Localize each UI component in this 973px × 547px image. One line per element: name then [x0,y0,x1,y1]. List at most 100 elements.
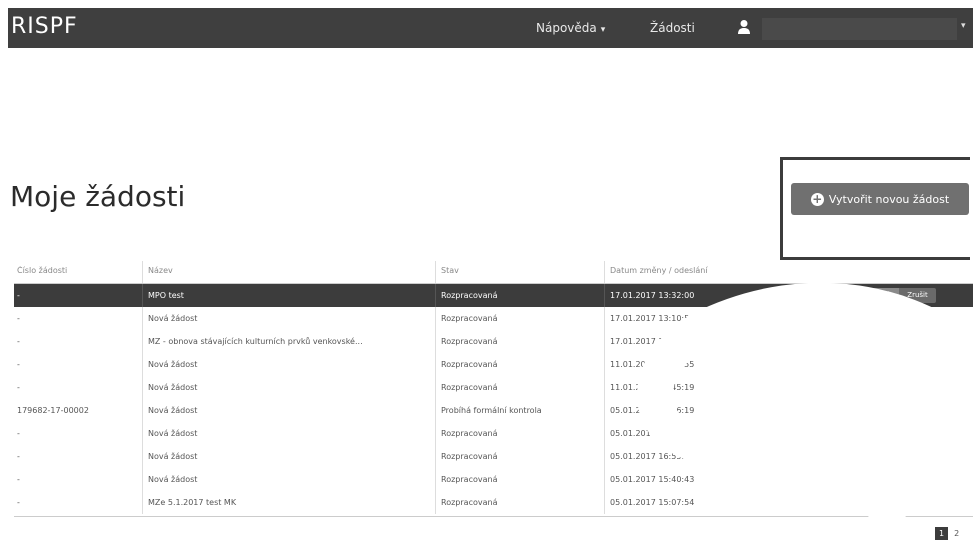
column-divider [604,422,605,445]
cell-number: - [17,475,20,484]
create-request-button[interactable]: + Vytvořit novou žádost [791,183,969,215]
create-request-label: Vytvořit novou žádost [828,192,950,206]
column-divider [604,468,605,491]
column-divider [604,491,605,514]
cell-date: 05.01.2017 16:55:06 [610,452,695,461]
cell-number: - [17,360,20,369]
cell-name: Nová žádost [148,406,198,415]
page-title: Moje žádosti [10,180,186,213]
column-divider [435,261,436,283]
column-divider [604,261,605,283]
table-bottom-border [14,516,973,517]
requests-link[interactable]: Žádosti [650,21,695,35]
cell-name: Nová žádost [148,452,198,461]
cell-status: Rozpracovaná [441,360,498,369]
column-divider [435,422,436,445]
table-row[interactable]: - Nová žádost Rozpracovaná 05.01.2017 15:40… [14,468,973,491]
column-divider [604,399,605,422]
pagination: 1 2 [935,527,961,540]
top-navbar: RISPF Nápověda ▾ Žádosti ▾ [8,8,973,48]
column-divider [435,445,436,468]
column-divider [604,307,605,330]
cell-status: Rozpracovaná [441,314,498,323]
open-button[interactable]: Otevřít [859,288,900,303]
cell-date: 17.01.2017 12:57:49 [610,337,695,346]
table-row[interactable]: - Nová žádost Rozpracovaná 11.01.2017 11:45… [14,376,973,399]
cell-date: 05.01.2017 16:35:54 [610,429,695,438]
column-divider [604,284,605,307]
plus-circle-icon: + [810,191,824,206]
column-divider [435,330,436,353]
user-menu-chevron-icon[interactable]: ▾ [961,21,966,31]
column-divider [142,422,143,445]
column-divider [142,353,143,376]
cell-date: 05.01.2017 16:46:19 [610,406,695,415]
cell-status: Rozpracovaná [441,452,498,461]
cell-name: Nová žádost [148,360,198,369]
column-divider [142,284,143,307]
cell-status: Rozpracovaná [441,429,498,438]
row-actions: Otevřít Zrušit [859,288,936,303]
column-divider [142,491,143,514]
table-header: Číslo žádosti Název Stav Datum změny / o… [14,261,973,284]
table-row[interactable]: - Nová žádost Rozpracovaná 17.01.2017 13:10… [14,307,973,330]
cell-date: 11.01.2017 13:45:55 [610,360,695,369]
header-date[interactable]: Datum změny / odeslání [610,266,860,275]
cell-name: MPO test [148,291,184,300]
cell-status: Rozpracovaná [441,291,498,300]
column-divider [142,330,143,353]
cell-date: 05.01.2017 15:07:54 [610,498,695,507]
cell-number: - [17,383,20,392]
cell-number: - [17,291,20,300]
cell-status: Rozpracovaná [441,475,498,484]
help-menu-label: Nápověda [536,21,597,35]
user-icon[interactable] [737,19,751,35]
column-divider [435,376,436,399]
cell-name: Nová žádost [148,383,198,392]
cell-number: - [17,498,20,507]
cell-number: - [17,337,20,346]
table-row[interactable]: - Nová žádost Rozpracovaná 11.01.2017 13:45… [14,353,973,376]
user-menu[interactable] [762,18,957,40]
page-current[interactable]: 1 [935,527,949,540]
column-divider [435,491,436,514]
column-divider [604,376,605,399]
column-divider [435,307,436,330]
table-row[interactable]: - Nová žádost Rozpracovaná 05.01.2017 16:35… [14,422,973,445]
cell-name: MZ - obnova stávajících kulturních prvků… [148,337,363,346]
table-row[interactable]: 179682-17-00002 Nová žádost Probíhá formál… [14,399,973,422]
column-divider [435,468,436,491]
help-menu[interactable]: Nápověda ▾ [536,21,605,35]
cell-name: MZe 5.1.2017 test MK [148,498,237,507]
column-divider [142,468,143,491]
cell-status: Probíhá formální kontrola [441,406,542,415]
cell-date: 17.01.2017 13:10:50 [610,314,695,323]
header-name[interactable]: Název [148,266,423,275]
cell-date: 11.01.2017 11:45:19 [610,383,695,392]
table-row[interactable]: - Nová žádost Rozpracovaná 05.01.2017 16:55… [14,445,973,468]
cell-number: - [17,429,20,438]
table-row[interactable]: - MPO test Rozpracovaná 17.01.2017 13:32:00… [14,284,973,307]
column-divider [604,445,605,468]
column-divider [435,353,436,376]
cell-name: Nová žádost [148,314,198,323]
header-status[interactable]: Stav [441,266,601,275]
column-divider [142,261,143,283]
requests-table: Číslo žádosti Název Stav Datum změny / o… [14,261,973,514]
column-divider [142,376,143,399]
cell-status: Rozpracovaná [441,383,498,392]
cell-date: 17.01.2017 13:32:00 [610,291,695,300]
cell-number: - [17,452,20,461]
cell-number: 179682-17-00002 [17,406,89,415]
table-row[interactable]: - MZe 5.1.2017 test MK Rozpracovaná 05.01.2… [14,491,973,514]
page-next[interactable]: 2 [952,527,961,540]
header-number[interactable]: Číslo žádosti [17,266,127,275]
column-divider [604,330,605,353]
chevron-down-icon: ▾ [600,25,606,35]
column-divider [435,284,436,307]
table-row[interactable]: - MZ - obnova stávajících kulturních prvk… [14,330,973,353]
cell-date: 05.01.2017 15:40:43 [610,475,695,484]
brand-logo[interactable]: RISPF [11,14,78,39]
column-divider [604,353,605,376]
cancel-button[interactable]: Zrušit [899,288,936,303]
